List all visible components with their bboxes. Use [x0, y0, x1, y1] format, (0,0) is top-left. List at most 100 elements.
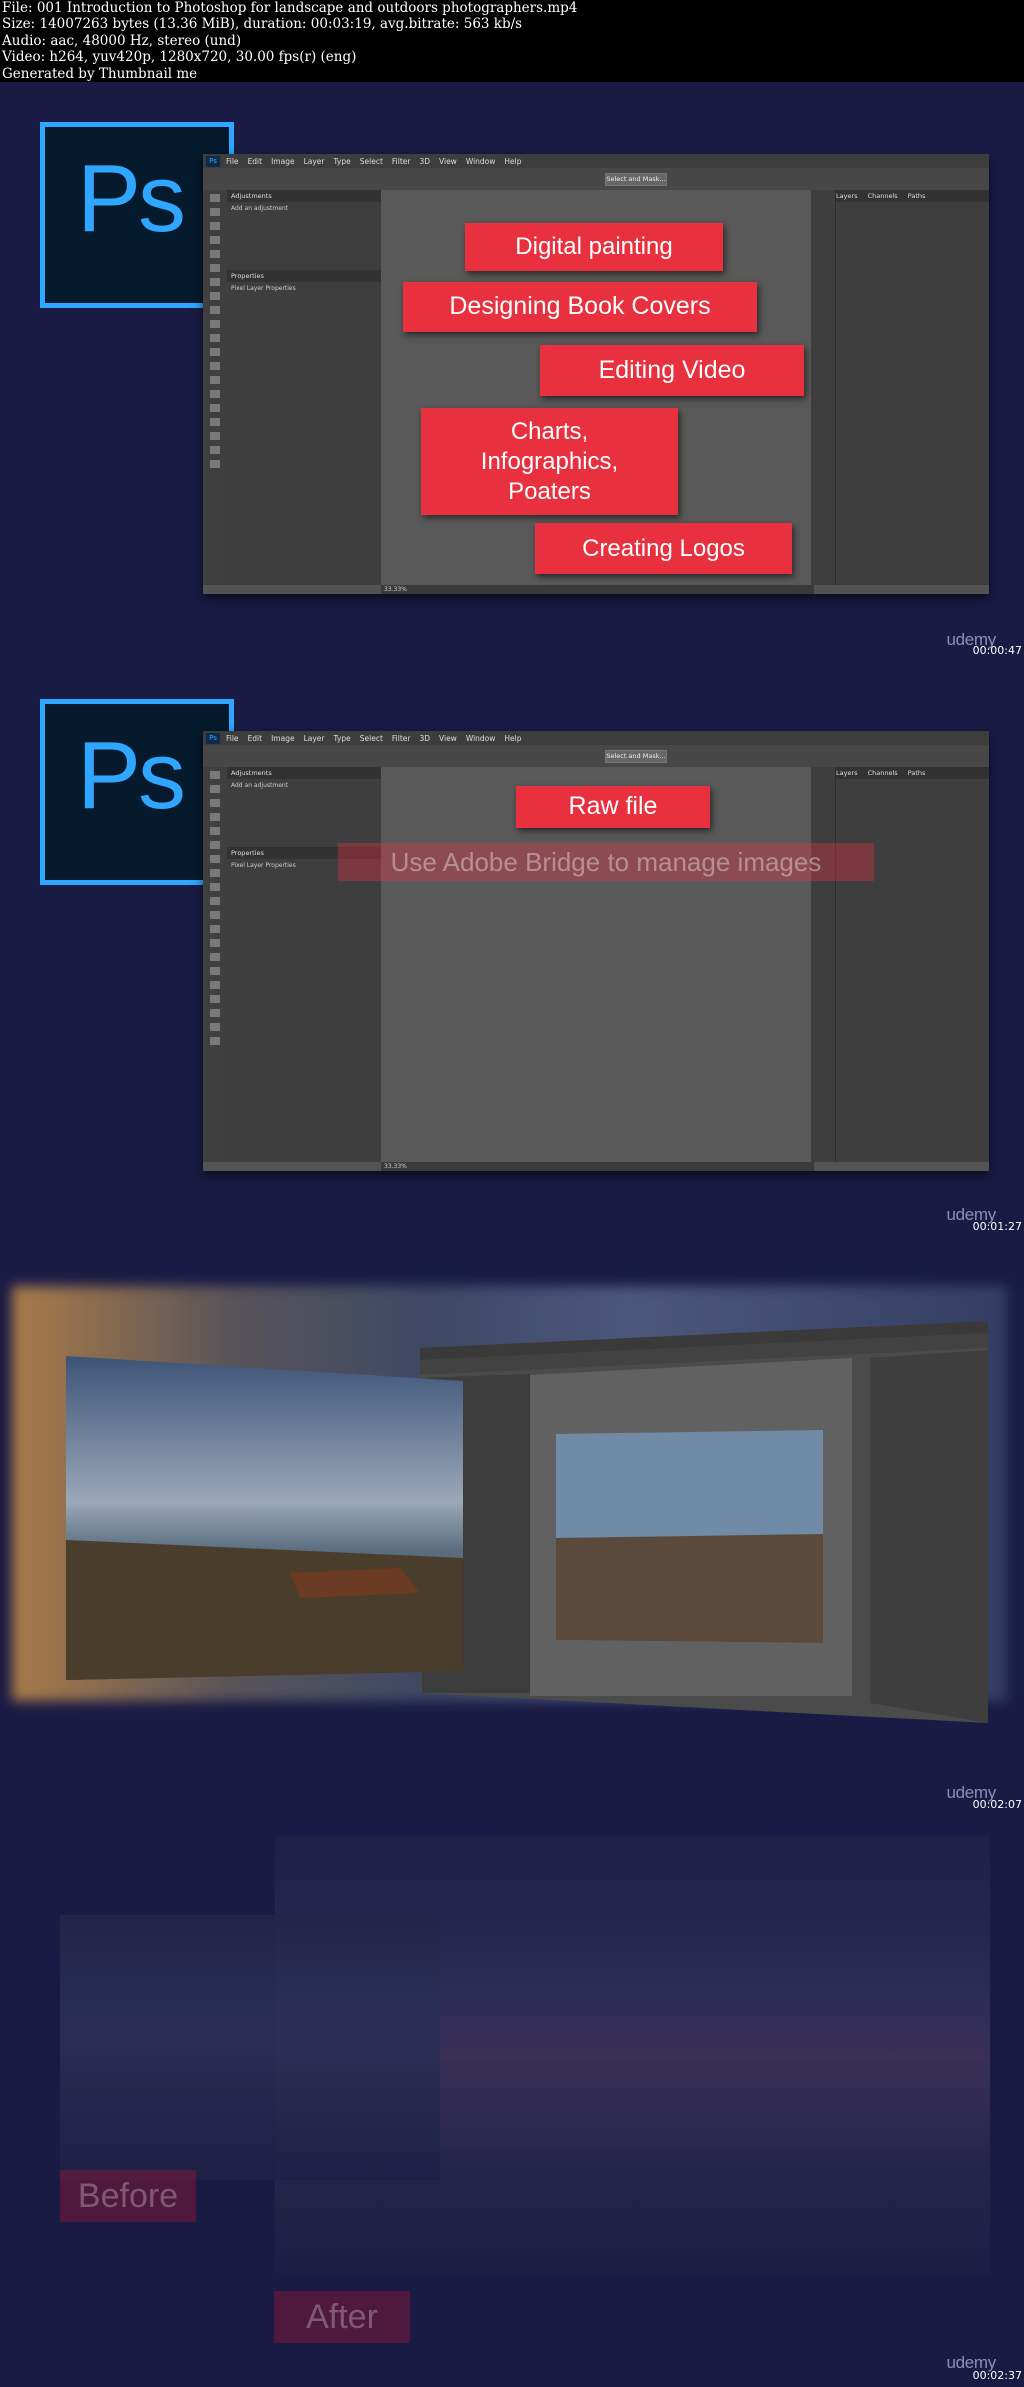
- menu-bar: Ps File Edit Image Layer Type Select Fil…: [203, 154, 989, 168]
- quick-select-icon[interactable]: [210, 813, 220, 821]
- timestamp: 00:01:27: [972, 1220, 1022, 1233]
- tab-paths[interactable]: Paths: [908, 192, 926, 200]
- add-adjustment-label: Add an adjustment: [231, 782, 289, 789]
- history-brush-icon[interactable]: [210, 897, 220, 905]
- tab-layers[interactable]: Layers: [836, 769, 858, 777]
- type-tool-icon[interactable]: [210, 404, 220, 412]
- healing-brush-icon[interactable]: [210, 278, 220, 286]
- menu-3d[interactable]: 3D: [419, 157, 430, 166]
- file-line: File: 001 Introduction to Photoshop for …: [2, 0, 578, 16]
- crop-tool-icon[interactable]: [210, 250, 220, 258]
- adjustments-panel: Adjustments Add an adjustment Properties…: [227, 767, 382, 1162]
- menu-3d[interactable]: 3D: [419, 734, 430, 743]
- options-bar: Select and Mask...: [203, 745, 989, 768]
- file-info-header: File: 001 Introduction to Photoshop for …: [0, 0, 1024, 82]
- menu-help[interactable]: Help: [504, 157, 521, 166]
- generated-line: Generated by Thumbnail me: [2, 65, 198, 82]
- eyedropper-icon[interactable]: [210, 264, 220, 272]
- status-bar: 33.33%: [381, 585, 814, 594]
- ps-app-icon: Ps: [206, 155, 220, 167]
- clone-stamp-icon[interactable]: [210, 883, 220, 891]
- brush-tool-icon[interactable]: [210, 869, 220, 877]
- lasso-tool-icon[interactable]: [210, 222, 220, 230]
- tab-paths[interactable]: Paths: [908, 769, 926, 777]
- adjustments-header: Adjustments: [227, 767, 381, 779]
- properties-header: Properties: [227, 270, 381, 282]
- menu-image[interactable]: Image: [271, 157, 295, 166]
- menu-filter[interactable]: Filter: [392, 734, 411, 743]
- menu-file[interactable]: File: [226, 157, 239, 166]
- quick-select-icon[interactable]: [210, 236, 220, 244]
- menu-layer[interactable]: Layer: [304, 157, 325, 166]
- gradient-icon[interactable]: [210, 925, 220, 933]
- panel-icons-strip: [811, 190, 835, 585]
- history-brush-icon[interactable]: [210, 320, 220, 328]
- menu-bar: Ps File Edit Image Layer Type Select Fil…: [203, 731, 989, 745]
- menu-filter[interactable]: Filter: [392, 157, 411, 166]
- eraser-icon[interactable]: [210, 334, 220, 342]
- marquee-tool-icon[interactable]: [210, 208, 220, 216]
- type-tool-icon[interactable]: [210, 981, 220, 989]
- before-label: Before: [60, 2170, 196, 2222]
- hand-tool-icon[interactable]: [210, 446, 220, 454]
- path-select-icon[interactable]: [210, 418, 220, 426]
- gradient-icon[interactable]: [210, 348, 220, 356]
- ps-app-icon: Ps: [206, 732, 220, 744]
- label-adobe-bridge: Use Adobe Bridge to manage images: [338, 843, 874, 881]
- dodge-icon[interactable]: [210, 376, 220, 384]
- menu-type[interactable]: Type: [334, 734, 351, 743]
- pen-tool-icon[interactable]: [210, 390, 220, 398]
- move-tool-icon[interactable]: [210, 194, 220, 202]
- menu-select[interactable]: Select: [360, 734, 383, 743]
- options-bar: Select and Mask...: [203, 168, 989, 191]
- menu-edit[interactable]: Edit: [248, 157, 263, 166]
- brush-tool-icon[interactable]: [210, 292, 220, 300]
- eyedropper-icon[interactable]: [210, 841, 220, 849]
- dodge-icon[interactable]: [210, 953, 220, 961]
- tools-panel: [203, 767, 227, 1162]
- tab-channels[interactable]: Channels: [868, 769, 898, 777]
- zoom-tool-icon[interactable]: [210, 1037, 220, 1045]
- blur-icon[interactable]: [210, 362, 220, 370]
- menu-help[interactable]: Help: [504, 734, 521, 743]
- landscape-photo: [66, 1356, 463, 1680]
- label-creating-logos: Creating Logos: [535, 523, 792, 574]
- status-bar: 33.33%: [381, 1162, 814, 1171]
- select-and-mask-button[interactable]: Select and Mask...: [605, 173, 667, 186]
- menu-edit[interactable]: Edit: [248, 734, 263, 743]
- blur-icon[interactable]: [210, 939, 220, 947]
- layers-panel: Layers Channels Paths: [835, 190, 989, 585]
- label-raw-file: Raw file: [516, 786, 710, 828]
- lasso-tool-icon[interactable]: [210, 799, 220, 807]
- size-line: Size: 14007263 bytes (13.36 MiB), durati…: [2, 16, 523, 33]
- menu-type[interactable]: Type: [334, 157, 351, 166]
- menu-view[interactable]: View: [439, 734, 457, 743]
- hand-tool-icon[interactable]: [210, 1023, 220, 1031]
- timestamp: 00:00:47: [972, 644, 1022, 657]
- menu-window[interactable]: Window: [466, 734, 496, 743]
- menu-file[interactable]: File: [226, 734, 239, 743]
- zoom-tool-icon[interactable]: [210, 460, 220, 468]
- select-and-mask-button[interactable]: Select and Mask...: [605, 750, 667, 763]
- menu-select[interactable]: Select: [360, 157, 383, 166]
- shape-tool-icon[interactable]: [210, 432, 220, 440]
- add-adjustment-label: Add an adjustment: [231, 205, 289, 212]
- menu-view[interactable]: View: [439, 157, 457, 166]
- healing-brush-icon[interactable]: [210, 855, 220, 863]
- menu-layer[interactable]: Layer: [304, 734, 325, 743]
- menu-window[interactable]: Window: [466, 157, 496, 166]
- tab-layers[interactable]: Layers: [836, 192, 858, 200]
- marquee-tool-icon[interactable]: [210, 785, 220, 793]
- timestamp: 00:02:37: [972, 2369, 1022, 2382]
- frame-3: udemy 00:02:07: [0, 1238, 1024, 1815]
- label-charts: Charts, Infographics, Poaters: [421, 408, 678, 515]
- menu-image[interactable]: Image: [271, 734, 295, 743]
- shape-tool-icon[interactable]: [210, 1009, 220, 1017]
- path-select-icon[interactable]: [210, 995, 220, 1003]
- pen-tool-icon[interactable]: [210, 967, 220, 975]
- crop-tool-icon[interactable]: [210, 827, 220, 835]
- tab-channels[interactable]: Channels: [868, 192, 898, 200]
- clone-stamp-icon[interactable]: [210, 306, 220, 314]
- eraser-icon[interactable]: [210, 911, 220, 919]
- move-tool-icon[interactable]: [210, 771, 220, 779]
